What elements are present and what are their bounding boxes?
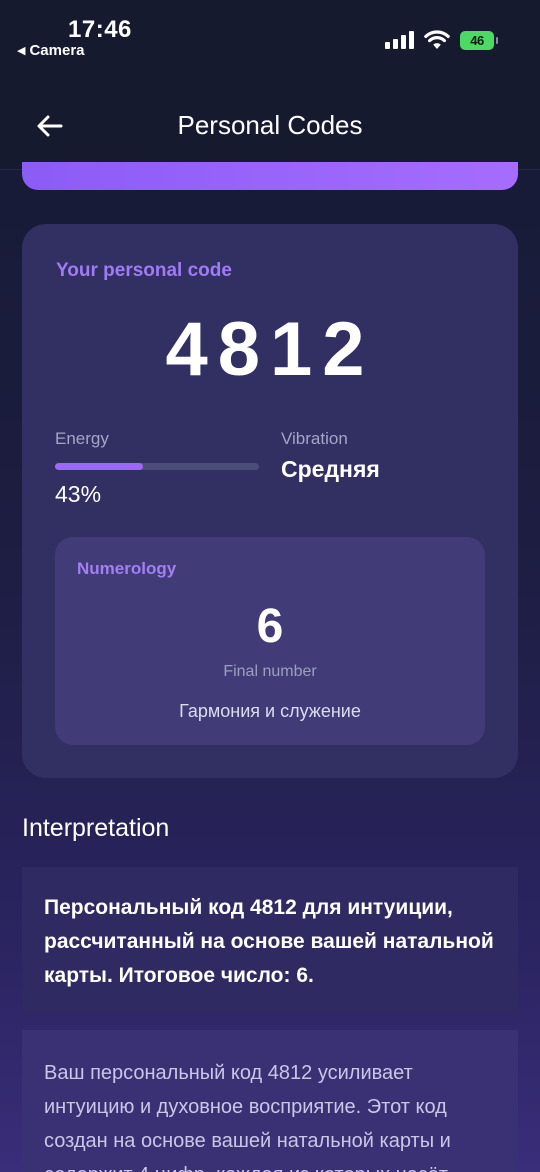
status-time: 17:46	[68, 16, 132, 43]
final-number-meaning: Гармония и служение	[179, 701, 361, 721]
status-back-to-app[interactable]: ◀ Camera	[17, 42, 85, 59]
final-number-caption: Final number	[223, 663, 317, 680]
energy-progress-bar	[55, 463, 259, 470]
vibration-label: Vibration	[281, 429, 348, 448]
page-title: Personal Codes	[177, 110, 363, 140]
interpretation-detail-box: Ваш персональный код 4812 усиливает инту…	[22, 1030, 518, 1172]
energy-progress-fill	[55, 463, 143, 470]
interpretation-title: Interpretation	[22, 814, 170, 842]
wifi-icon	[424, 30, 450, 49]
personal-code-value: 4812	[165, 307, 375, 392]
cellular-signal-icon	[385, 31, 414, 49]
energy-label: Energy	[55, 429, 109, 448]
numerology-card: Numerology 6 Final number Гармония и слу…	[55, 537, 485, 745]
app-header: Personal Codes	[0, 82, 540, 170]
battery-icon: 46	[460, 30, 498, 50]
personal-code-card: Your personal code 4812 Energy 43% Vibra…	[22, 224, 518, 778]
interpretation-detail: Ваш персональный код 4812 усиливает инту…	[44, 1062, 451, 1172]
status-bar: 17:46 ◀ Camera 46	[0, 0, 540, 82]
interpretation-summary-box: Персональный код 4812 для интуиции, расс…	[22, 867, 518, 1013]
final-number: 6	[256, 600, 284, 653]
back-triangle-icon: ◀	[17, 45, 26, 57]
personal-code-label: Your personal code	[56, 260, 232, 281]
energy-value: 43%	[55, 481, 102, 507]
status-back-app-label: Camera	[29, 42, 85, 59]
vibration-value: Средняя	[281, 456, 380, 482]
status-icons: 46	[385, 30, 498, 50]
scrolled-accent-bar	[22, 162, 518, 190]
battery-level: 46	[470, 32, 484, 48]
interpretation-summary: Персональный код 4812 для интуиции, расс…	[44, 896, 494, 987]
numerology-label: Numerology	[77, 559, 177, 578]
